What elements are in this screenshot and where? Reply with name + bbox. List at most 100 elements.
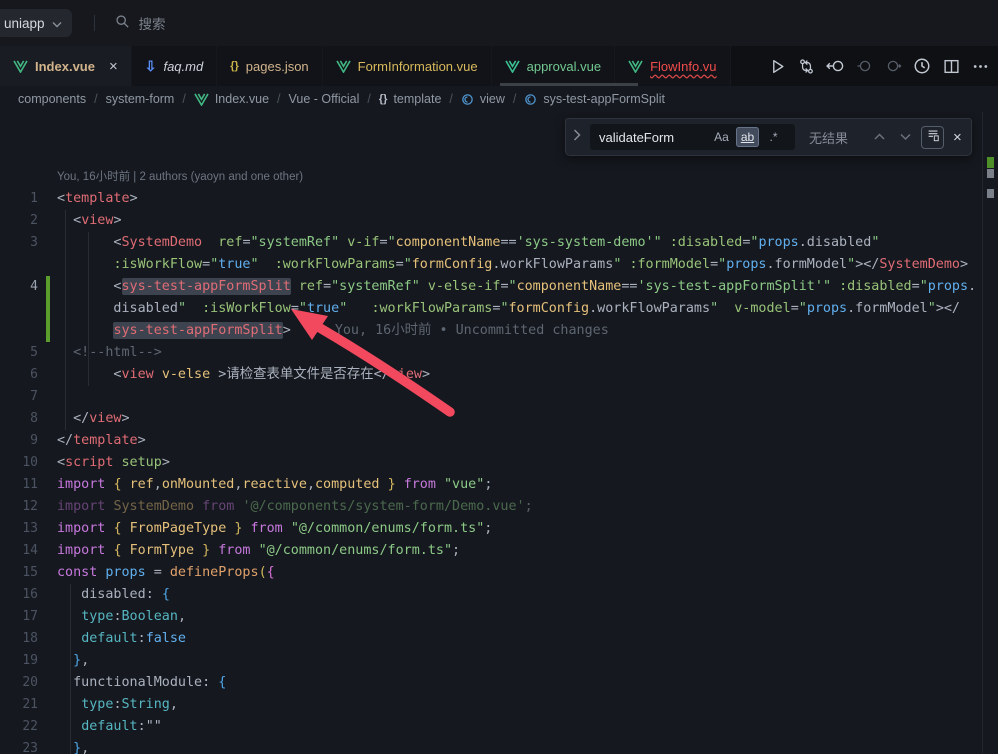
split-editor-button[interactable]: [941, 56, 961, 76]
breadcrumb-separator: /: [449, 92, 452, 106]
line-number[interactable]: 3: [0, 232, 38, 254]
close-icon[interactable]: ×: [109, 59, 118, 74]
line-number[interactable]: 8: [0, 408, 38, 430]
code-line-8[interactable]: 8 </view>: [0, 408, 982, 430]
previous-change-button[interactable]: [854, 56, 874, 76]
git-change-indicator: [46, 320, 50, 342]
tab-FormInformation.vue[interactable]: FormInformation.vue: [323, 46, 492, 86]
breadcrumb-item-Index.vue[interactable]: Index.vue: [194, 92, 269, 106]
code-line-14[interactable]: 14import { FormType } from "@/common/enu…: [0, 540, 982, 562]
find-input-box[interactable]: Aa ab .*: [590, 124, 795, 150]
breadcrumb-item-view[interactable]: view: [461, 92, 505, 106]
vue-icon: [505, 60, 520, 73]
code-line-18[interactable]: 18 default:false: [0, 628, 982, 650]
code-line-15[interactable]: 15const props = defineProps({: [0, 562, 982, 584]
chevron-down-icon: [52, 16, 62, 31]
code-line-7[interactable]: 7: [0, 386, 982, 408]
next-change-button[interactable]: [883, 56, 903, 76]
code-line-3-wrap1[interactable]: :isWorkFlow="true" :workFlowParams="form…: [0, 254, 982, 276]
code-text: import { ref,onMounted,reactive,computed…: [0, 474, 982, 496]
line-number[interactable]: 16: [0, 584, 38, 606]
more-icon: [972, 58, 989, 75]
whole-word-button[interactable]: ab: [736, 127, 759, 147]
tab-FlowInfo.vu[interactable]: FlowInfo.vu: [615, 46, 730, 86]
code-line-9[interactable]: 9</template>: [0, 430, 982, 452]
line-number[interactable]: 19: [0, 650, 38, 672]
project-selector[interactable]: uniapp: [0, 9, 72, 37]
close-find-button[interactable]: ×: [953, 129, 962, 146]
codelens-blame[interactable]: You, 16小时前 | 2 authors (yaoyn and one ot…: [0, 166, 982, 188]
tab-Index.vue[interactable]: Index.vue×: [0, 46, 132, 86]
code-line-6[interactable]: 6 <view v-else >请检查表单文件是否存在</view>: [0, 364, 982, 386]
tab-approval.vue[interactable]: approval.vue: [492, 46, 615, 86]
breadcrumb-item-template[interactable]: {}template: [379, 92, 442, 106]
code-line-12[interactable]: 12import SystemDemo from '@/components/s…: [0, 496, 982, 518]
run-button[interactable]: [767, 56, 787, 76]
tab-pages.json[interactable]: {}pages.json: [217, 46, 322, 86]
breadcrumb-item-sys-test-appFormSplit[interactable]: sys-test-appFormSplit: [524, 92, 665, 106]
find-input[interactable]: [599, 130, 707, 145]
line-number[interactable]: 9: [0, 430, 38, 452]
back-circle-icon: [826, 58, 845, 74]
code-line-4-wrap1[interactable]: disabled" :isWorkFlow="true" :workFlowPa…: [0, 298, 982, 320]
tab-faq.md[interactable]: ⇩faq.md: [132, 46, 217, 86]
overview-ruler[interactable]: [983, 112, 998, 754]
line-number[interactable]: 21: [0, 694, 38, 716]
code-area[interactable]: You, 16小时前 | 2 authors (yaoyn and one ot…: [0, 166, 982, 754]
line-number[interactable]: 22: [0, 716, 38, 738]
line-number[interactable]: 15: [0, 562, 38, 584]
code-line-13[interactable]: 13import { FromPageType } from "@/common…: [0, 518, 982, 540]
code-line-1[interactable]: 1<template>: [0, 188, 982, 210]
chevron-right-icon: [573, 128, 581, 146]
breadcrumb-item-components[interactable]: components: [18, 92, 86, 106]
breadcrumb-item-Vue - Official[interactable]: Vue - Official: [289, 92, 360, 106]
line-number[interactable]: 7: [0, 386, 38, 408]
code-line-3[interactable]: 3 <SystemDemo ref="systemRef" v-if="comp…: [0, 232, 982, 254]
line-number[interactable]: 10: [0, 452, 38, 474]
timeline-button[interactable]: [912, 56, 932, 76]
breadcrumb-item-system-form[interactable]: system-form: [106, 92, 175, 106]
line-number[interactable]: 4: [0, 276, 38, 298]
line-number[interactable]: 5: [0, 342, 38, 364]
line-number[interactable]: 14: [0, 540, 38, 562]
code-line-17[interactable]: 17 type:Boolean,: [0, 606, 982, 628]
git-change-indicator: [46, 276, 50, 298]
code-text: import { FormType } from "@/common/enums…: [0, 540, 982, 562]
global-search[interactable]: 搜索: [115, 13, 166, 33]
code-line-21[interactable]: 21 type:String,: [0, 694, 982, 716]
line-number[interactable]: 18: [0, 628, 38, 650]
find-in-selection-button[interactable]: [921, 126, 944, 149]
code-line-20[interactable]: 20 functionalModule: {: [0, 672, 982, 694]
line-number[interactable]: 1: [0, 188, 38, 210]
line-number[interactable]: 20: [0, 672, 38, 694]
code-line-5[interactable]: 5 <!--html-->: [0, 342, 982, 364]
regex-button[interactable]: .*: [762, 127, 785, 147]
line-number[interactable]: 17: [0, 606, 38, 628]
match-case-button[interactable]: Aa: [710, 127, 733, 147]
code-text: <script setup>: [0, 452, 982, 474]
code-line-2[interactable]: 2 <view>: [0, 210, 982, 232]
code-line-4-wrap2[interactable]: sys-test-appFormSplit>You, 16小时前 • Uncom…: [0, 320, 982, 342]
git-compare-button[interactable]: [796, 56, 816, 76]
more-actions-button[interactable]: [970, 56, 990, 76]
code-line-4[interactable]: 4 <sys-test-appFormSplit ref="systemRef"…: [0, 276, 982, 298]
code-line-19[interactable]: 19 },: [0, 650, 982, 672]
next-match-button[interactable]: [895, 127, 915, 147]
back-circle-button[interactable]: [825, 56, 845, 76]
line-number[interactable]: 11: [0, 474, 38, 496]
line-number[interactable]: 2: [0, 210, 38, 232]
code-line-22[interactable]: 22 default:"": [0, 716, 982, 738]
previous-match-button[interactable]: [869, 127, 889, 147]
code-line-16[interactable]: 16 disabled: {: [0, 584, 982, 606]
tab-scrollbar[interactable]: [500, 83, 638, 86]
line-number[interactable]: 23: [0, 738, 38, 754]
breadcrumb-label: sys-test-appFormSplit: [543, 92, 665, 106]
code-line-10[interactable]: 10<script setup>: [0, 452, 982, 474]
line-number[interactable]: 6: [0, 364, 38, 386]
code-line-11[interactable]: 11import { ref,onMounted,reactive,comput…: [0, 474, 982, 496]
editor[interactable]: You, 16小时前 | 2 authors (yaoyn and one ot…: [0, 112, 998, 754]
toggle-replace-button[interactable]: [570, 124, 584, 150]
code-text: default:false: [0, 628, 982, 650]
line-number[interactable]: 13: [0, 518, 38, 540]
code-line-23[interactable]: 23 },: [0, 738, 982, 754]
